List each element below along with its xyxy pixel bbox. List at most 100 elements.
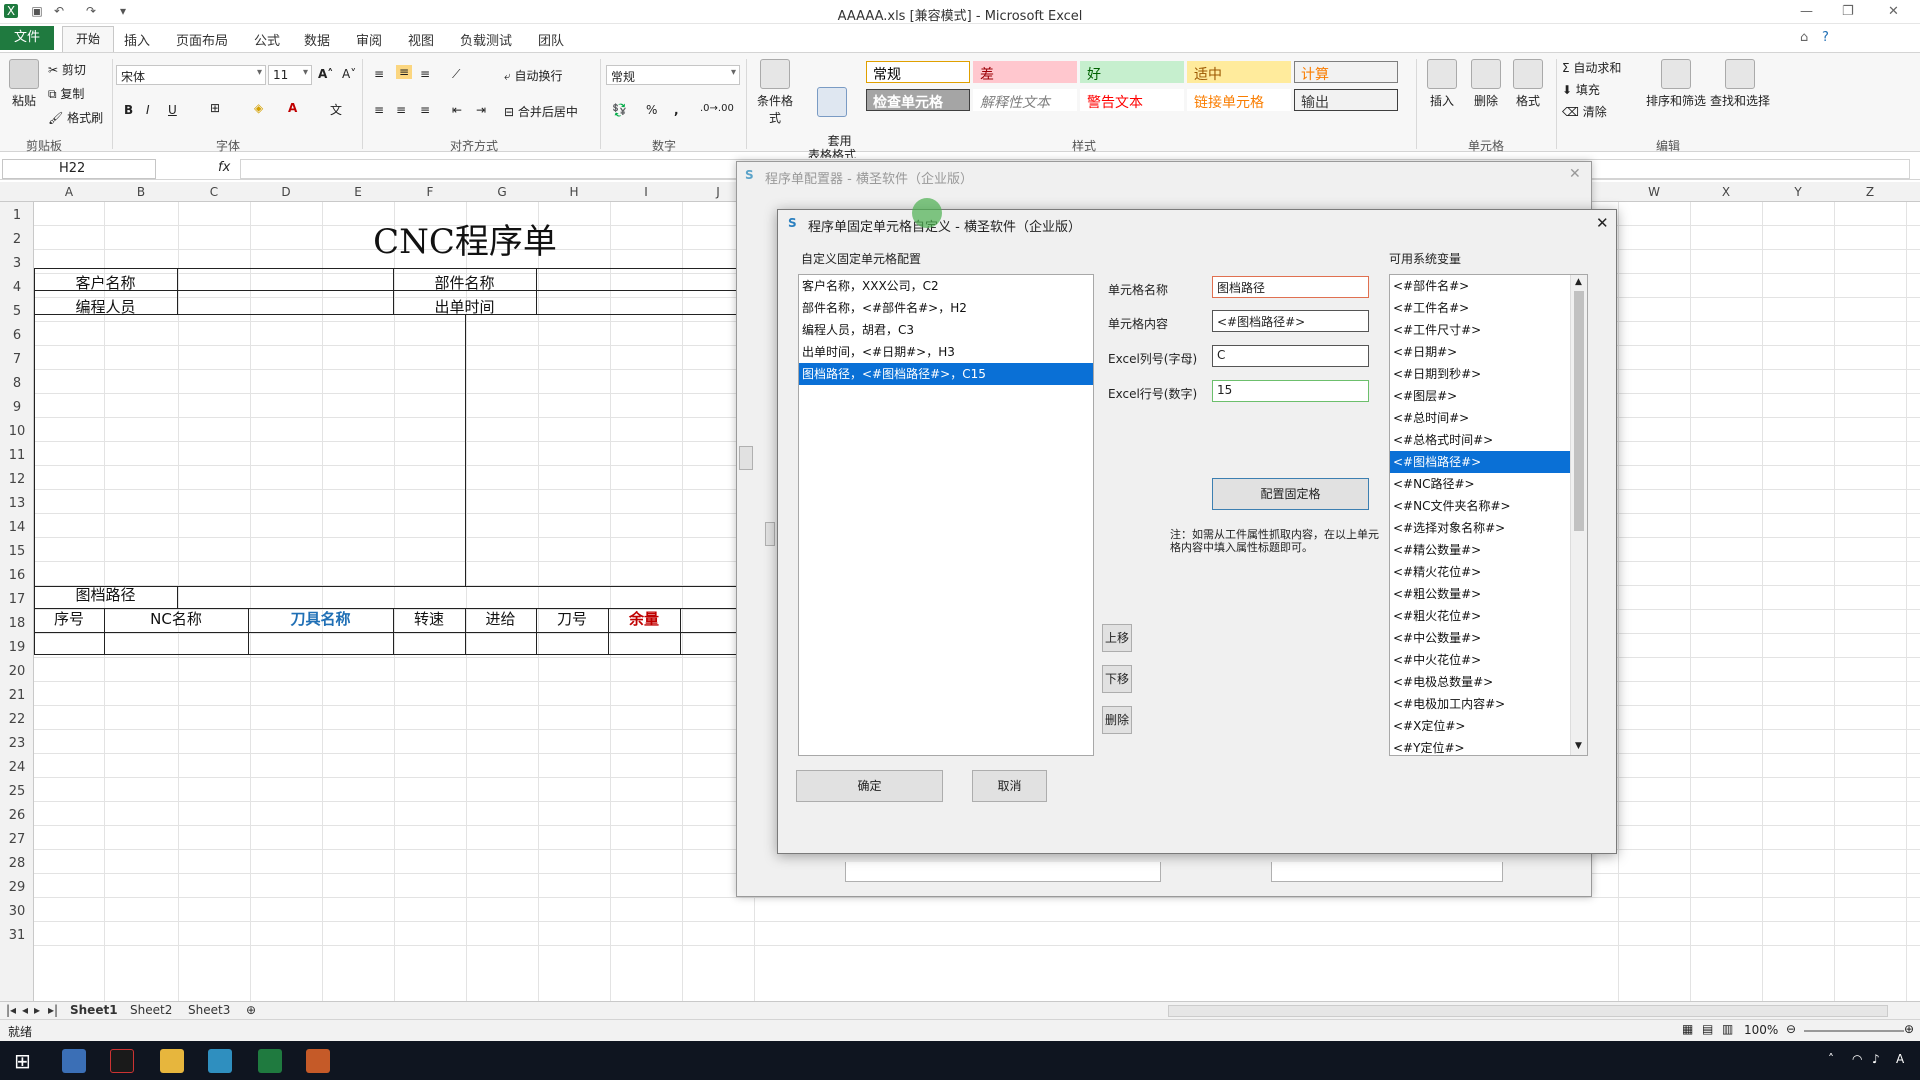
conditional-format-button[interactable]: 条件格式 (752, 59, 798, 126)
cell-style-3[interactable]: 适中 (1187, 61, 1291, 83)
row-header-5[interactable]: 5 (0, 304, 34, 319)
row-header-21[interactable]: 21 (0, 688, 34, 703)
row-header-13[interactable]: 13 (0, 496, 34, 511)
row-header-20[interactable]: 20 (0, 664, 34, 679)
autosum-button[interactable]: Σ 自动求和 (1562, 59, 1621, 76)
zoom-slider[interactable] (1804, 1030, 1904, 1032)
row-header-9[interactable]: 9 (0, 400, 34, 415)
accounting-format-icon[interactable]: 💱 (612, 103, 627, 117)
fixed-cell-item[interactable]: 图档路径，<#图档路径#>，C15 (799, 363, 1093, 385)
increase-indent-icon[interactable]: ⇥ (476, 103, 486, 117)
italic-button[interactable]: I (146, 103, 150, 117)
system-var-item[interactable]: <#精公数量#> (1390, 539, 1570, 561)
vars-scrollbar[interactable]: ▲ ▼ (1570, 275, 1587, 755)
fixed-cell-item[interactable]: 出单时间，<#日期#>，H3 (799, 341, 1093, 363)
number-format-combo[interactable]: 常规 (606, 65, 740, 85)
row-header-18[interactable]: 18 (0, 616, 34, 631)
tray-chevron-icon[interactable]: ˄ (1828, 1052, 1834, 1066)
horizontal-scrollbar[interactable] (1168, 1005, 1888, 1017)
cut-button[interactable]: ✂ 剪切 (48, 61, 86, 78)
percent-button[interactable]: % (646, 103, 657, 117)
insert-function-icon[interactable]: fx (218, 160, 230, 175)
bold-button[interactable]: B (124, 103, 133, 117)
move-down-button[interactable]: 下移 (1102, 665, 1132, 693)
col-header-X[interactable]: X (1690, 185, 1762, 199)
col-header-F[interactable]: F (394, 185, 466, 199)
ok-button[interactable]: 确定 (796, 770, 943, 802)
tab-load-test[interactable]: 负载测试 (460, 30, 512, 49)
sheet-nav-next-icon[interactable]: ▸ (34, 1003, 40, 1017)
row-header-2[interactable]: 2 (0, 232, 34, 247)
clear-button[interactable]: ⌫ 清除 (1562, 103, 1607, 120)
system-var-item[interactable]: <#NC路径#> (1390, 473, 1570, 495)
row-header-26[interactable]: 26 (0, 808, 34, 823)
col-header-W[interactable]: W (1618, 185, 1690, 199)
scroll-up-icon[interactable]: ▲ (1575, 277, 1582, 287)
system-var-item[interactable]: <#Y定位#> (1390, 737, 1570, 755)
system-var-item[interactable]: <#粗火花位#> (1390, 605, 1570, 627)
delete-cells-button[interactable]: 删除 (1468, 59, 1504, 109)
system-var-item[interactable]: <#日期到秒#> (1390, 363, 1570, 385)
nx-app-icon[interactable] (110, 1049, 134, 1073)
page-break-view-icon[interactable]: ▥ (1722, 1022, 1733, 1036)
underline-button[interactable]: U (168, 103, 177, 117)
align-left-icon[interactable]: ≡ (374, 103, 384, 117)
fixed-cell-list[interactable]: 客户名称，XXX公司，C2 部件名称，<#部件名#>，H2 编程人员，胡君，C3 出单… (798, 274, 1094, 756)
row-header-12[interactable]: 12 (0, 472, 34, 487)
row-header-14[interactable]: 14 (0, 520, 34, 535)
zoom-out-icon[interactable]: ⊖ (1786, 1022, 1796, 1036)
cell-style-4[interactable]: 计算 (1294, 61, 1398, 83)
cell-style-0[interactable]: 常规 (866, 61, 970, 83)
cell-content-input[interactable]: <#图档路径#> (1212, 310, 1369, 332)
help-icon[interactable]: ? (1822, 30, 1829, 45)
cell-style-6[interactable]: 解释性文本 (973, 89, 1077, 111)
col-header-A[interactable]: A (34, 185, 104, 199)
sheet-tab-sheet1[interactable]: Sheet1 (70, 1003, 118, 1017)
align-bottom-icon[interactable]: ≡ (420, 67, 430, 81)
row-header-1[interactable]: 1 (0, 208, 34, 223)
network-icon[interactable]: ◠ (1852, 1052, 1862, 1066)
system-var-item[interactable]: <#电极总数量#> (1390, 671, 1570, 693)
col-header-E[interactable]: E (322, 185, 394, 199)
decrease-indent-icon[interactable]: ⇤ (452, 103, 462, 117)
row-header-6[interactable]: 6 (0, 328, 34, 343)
fill-color-icon[interactable]: ◈ (254, 101, 263, 115)
row-header-7[interactable]: 7 (0, 352, 34, 367)
scroll-thumb[interactable] (1574, 291, 1584, 531)
restore-icon[interactable]: ❐ (1842, 4, 1854, 19)
cell-style-9[interactable]: 输出 (1294, 89, 1398, 111)
row-header-8[interactable]: 8 (0, 376, 34, 391)
excel-row-input[interactable]: 15 (1212, 380, 1369, 402)
col-header-Y[interactable]: Y (1762, 185, 1834, 199)
cancel-button[interactable]: 取消 (972, 770, 1047, 802)
comma-button[interactable]: , (674, 103, 679, 117)
volume-icon[interactable]: ♪ (1872, 1052, 1880, 1066)
config-fixed-cell-button[interactable]: 配置固定格 (1212, 478, 1369, 510)
copy-button[interactable]: ⧉ 复制 (48, 85, 84, 102)
row-header-27[interactable]: 27 (0, 832, 34, 847)
system-var-item[interactable]: <#图档路径#> (1390, 451, 1570, 473)
row-header-19[interactable]: 19 (0, 640, 34, 655)
zoom-level[interactable]: 100% (1744, 1023, 1778, 1037)
font-color-icon[interactable]: A (288, 101, 297, 115)
orientation-icon[interactable]: ⟋ (452, 67, 460, 82)
sheet-nav-prev-icon[interactable]: ◂ (22, 1003, 28, 1017)
cell-style-1[interactable]: 差 (973, 61, 1077, 83)
excel-app-icon[interactable] (258, 1049, 282, 1073)
col-header-Z[interactable]: Z (1834, 185, 1906, 199)
excel-col-input[interactable]: C (1212, 345, 1369, 367)
col-header-G[interactable]: G (466, 185, 538, 199)
row-header-10[interactable]: 10 (0, 424, 34, 439)
tab-view[interactable]: 视图 (408, 30, 434, 49)
move-up-button[interactable]: 上移 (1102, 624, 1132, 652)
name-box[interactable]: H22 (2, 159, 156, 179)
input-method-icon[interactable]: A (1896, 1052, 1904, 1066)
file-explorer-icon[interactable] (160, 1049, 184, 1073)
border-icon[interactable]: ⊞ (210, 101, 220, 115)
format-cells-button[interactable]: 格式 (1510, 59, 1546, 109)
system-var-item[interactable]: <#电极加工内容#> (1390, 693, 1570, 715)
system-var-item[interactable]: <#工件尺寸#> (1390, 319, 1570, 341)
align-top-icon[interactable]: ≡ (374, 67, 384, 81)
row-header-4[interactable]: 4 (0, 280, 34, 295)
grow-font-button[interactable]: A˄ (318, 67, 333, 81)
